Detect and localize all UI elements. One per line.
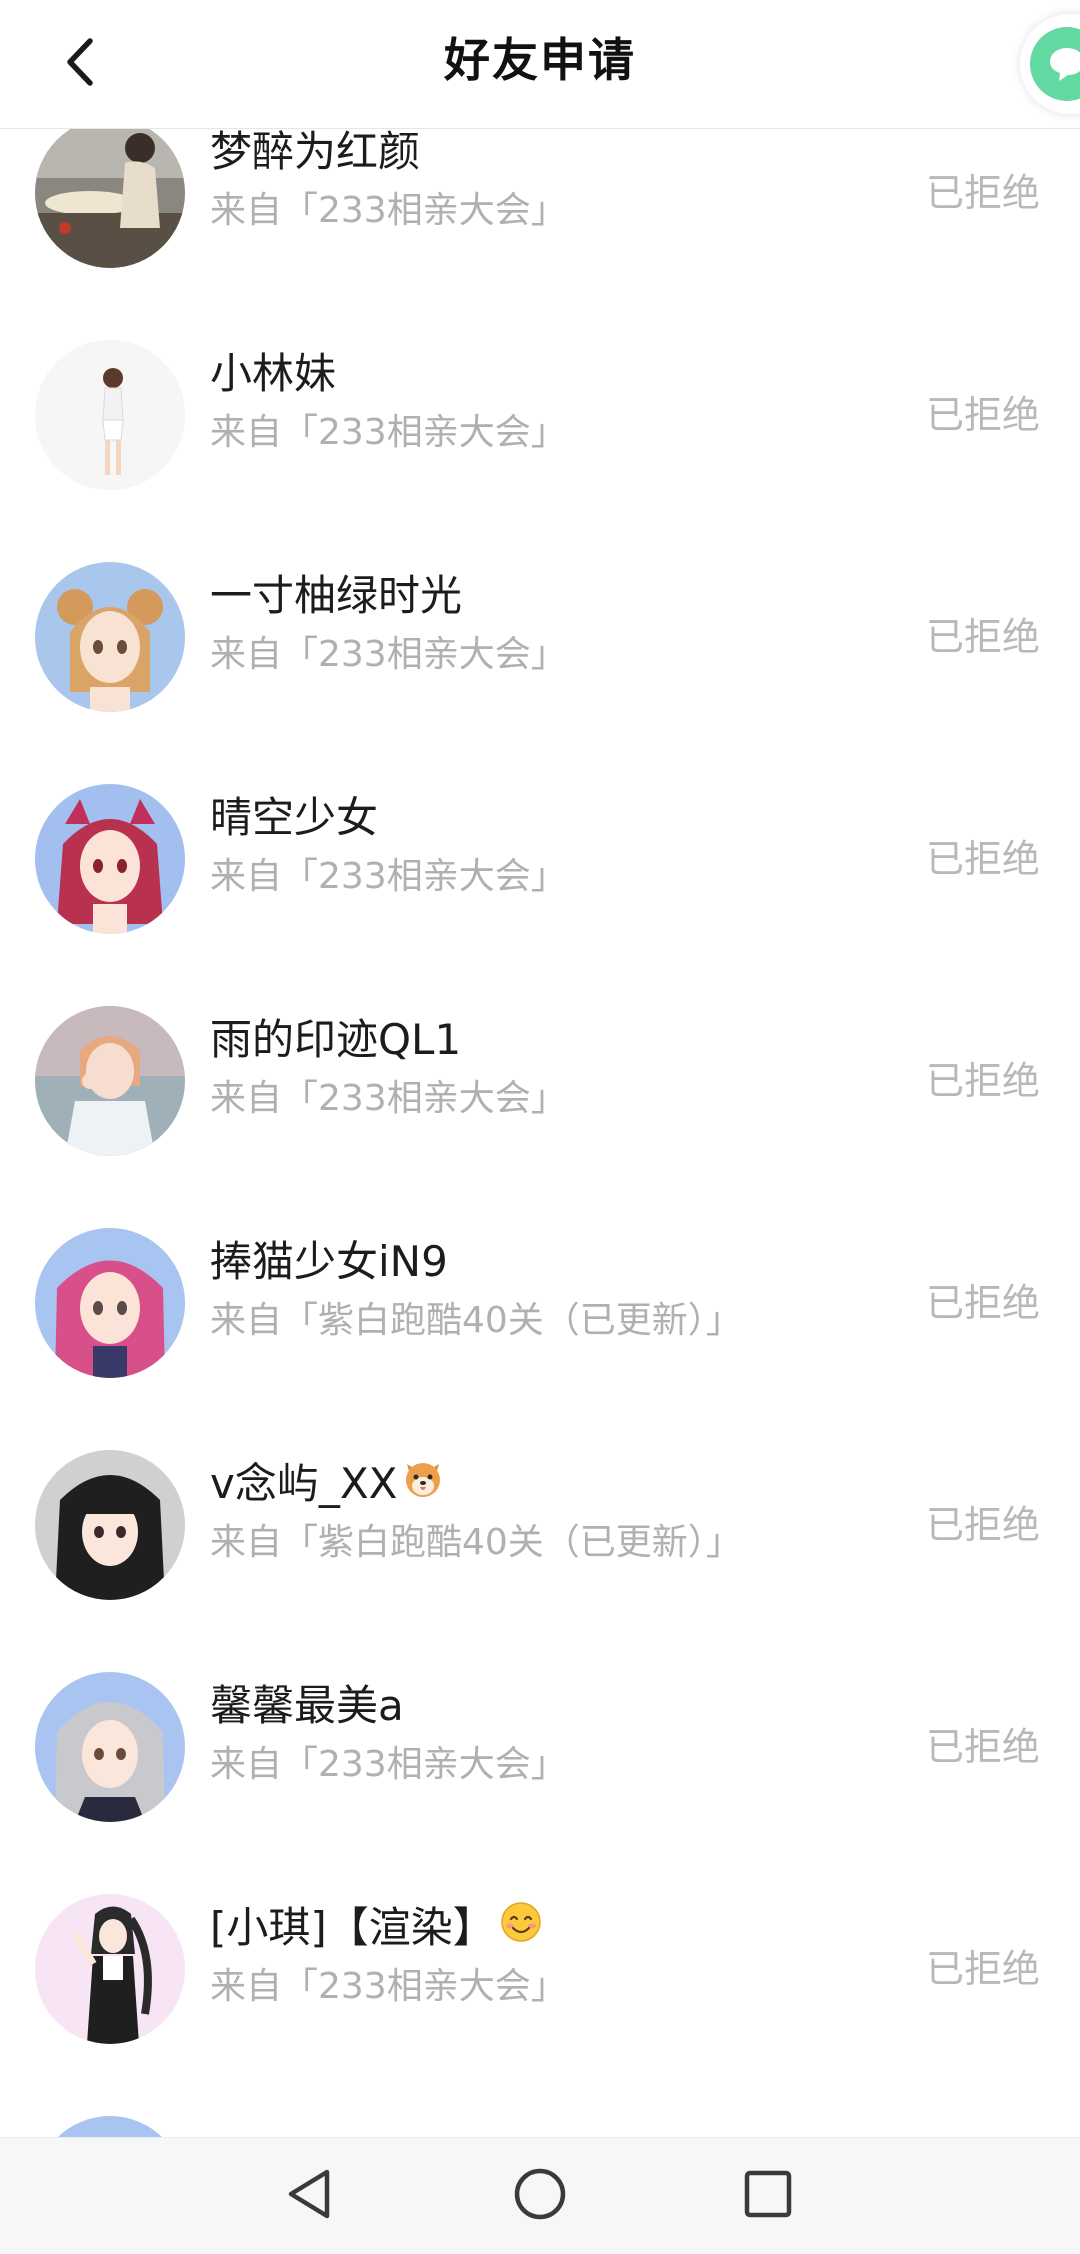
status-label: 已拒绝 <box>925 1281 1040 1325</box>
list-item[interactable]: 晴空少女 来自「233相亲大会」 已拒绝 <box>0 752 1080 974</box>
nav-recent-apps-button[interactable] <box>730 2158 806 2234</box>
list-item[interactable]: 馨馨最美a 来自「233相亲大会」 已拒绝 <box>0 1640 1080 1862</box>
list-item[interactable]: 小林妹 来自「233相亲大会」 已拒绝 <box>0 308 1080 530</box>
source-label: 来自「233相亲大会」 <box>210 1744 567 1785</box>
status-label: 已拒绝 <box>925 1725 1040 1769</box>
list-item[interactable]: 雨的印迹QL1 来自「233相亲大会」 已拒绝 <box>0 974 1080 1196</box>
status-label: 已拒绝 <box>925 1947 1040 1991</box>
source-label: 来自「233相亲大会」 <box>210 1966 567 2007</box>
friend-request-list: 梦醉为红颜 来自「233相亲大会」 已拒绝 小林妹 来自「233相亲大会」 已拒… <box>0 86 1080 2138</box>
avatar <box>35 1894 185 2044</box>
status-label: 已拒绝 <box>925 615 1040 659</box>
status-label: 已拒绝 <box>925 1503 1040 1547</box>
list-item[interactable]: 一寸柚绿时光 来自「233相亲大会」 已拒绝 <box>0 530 1080 752</box>
avatar <box>35 340 185 490</box>
nav-back-button[interactable] <box>272 2158 348 2234</box>
nickname: 馨馨最美a <box>210 1681 404 1730</box>
chat-bubble-icon <box>1030 27 1080 101</box>
nickname: 捧猫少女iN9 <box>210 1237 448 1286</box>
status-label: 已拒绝 <box>925 393 1040 437</box>
list-item[interactable] <box>0 2084 1080 2138</box>
status-label: 已拒绝 <box>925 837 1040 881</box>
smiling-face-icon <box>499 1900 543 1956</box>
circle-home-icon <box>513 2167 567 2225</box>
nickname: 梦醉为红颜 <box>210 127 421 176</box>
nickname-text: v念屿_XX <box>210 1459 398 1508</box>
list-item[interactable]: v念屿_XX 来自「紫白跑酷40关（已更新）」 已拒绝 <box>0 1418 1080 1640</box>
source-label: 来自「233相亲大会」 <box>210 190 567 231</box>
avatar <box>35 562 185 712</box>
nav-home-button[interactable] <box>502 2158 578 2234</box>
source-label: 来自「紫白跑酷40关（已更新）」 <box>210 1300 742 1341</box>
nickname-text: [小琪]【渲染】 <box>210 1903 495 1952</box>
top-bar: 好友申请 <box>0 0 1080 129</box>
nickname: 小林妹 <box>210 349 337 398</box>
source-label: 来自「233相亲大会」 <box>210 856 567 897</box>
avatar <box>35 118 185 268</box>
square-recent-icon <box>743 2169 793 2223</box>
avatar <box>35 1450 185 1600</box>
avatar <box>35 1006 185 1156</box>
nickname: v念屿_XX <box>210 1458 445 1512</box>
status-label: 已拒绝 <box>925 1059 1040 1103</box>
nickname: 一寸柚绿时光 <box>210 571 463 620</box>
source-label: 来自「紫白跑酷40关（已更新）」 <box>210 1522 742 1563</box>
source-label: 来自「233相亲大会」 <box>210 634 567 675</box>
page-title: 好友申请 <box>444 33 636 87</box>
list-item[interactable]: 捧猫少女iN9 来自「紫白跑酷40关（已更新）」 已拒绝 <box>0 1196 1080 1418</box>
status-label: 已拒绝 <box>925 171 1040 215</box>
avatar <box>35 1672 185 1822</box>
system-navigation-bar <box>0 2137 1080 2254</box>
nickname: [小琪]【渲染】 <box>210 1900 543 1956</box>
list-item[interactable]: [小琪]【渲染】 来自「233相亲大会」 已拒绝 <box>0 1862 1080 2084</box>
avatar <box>35 784 185 934</box>
nickname: 晴空少女 <box>210 793 379 842</box>
source-label: 来自「233相亲大会」 <box>210 1078 567 1119</box>
nickname: 雨的印迹QL1 <box>210 1015 462 1064</box>
avatar <box>35 2116 185 2138</box>
avatar <box>35 1228 185 1378</box>
dog-face-icon <box>401 1456 445 1512</box>
triangle-back-icon <box>285 2167 335 2225</box>
source-label: 来自「233相亲大会」 <box>210 412 567 453</box>
